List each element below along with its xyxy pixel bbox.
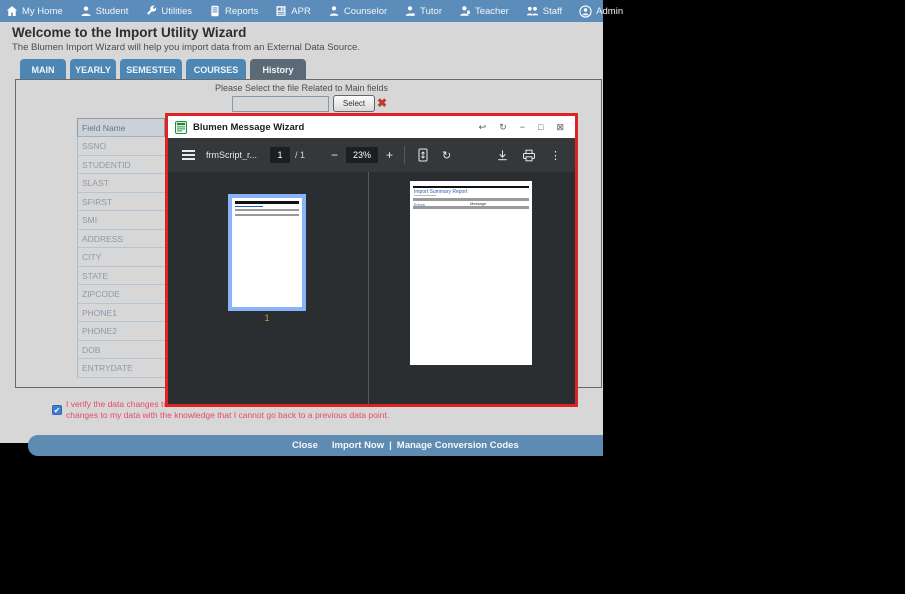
screen: My Home Student Utilities Reports APR Co…	[0, 0, 905, 594]
nav-student[interactable]: Student	[80, 5, 129, 17]
teacher-icon	[460, 6, 470, 16]
tab-yearly[interactable]: YEARLY	[70, 59, 116, 80]
nav-staff[interactable]: Staff	[526, 5, 562, 17]
table-row[interactable]: SMI	[77, 211, 165, 230]
verify-checkbox[interactable]: ✔	[52, 405, 62, 415]
nav-utilities[interactable]: Utilities	[145, 5, 192, 17]
table-row[interactable]: PHONE1	[77, 303, 165, 322]
table-row[interactable]: STATE	[77, 266, 165, 285]
pdf-content: 1 Import Summary Report Errors Message	[168, 172, 575, 404]
preview-page[interactable]: Import Summary Report Errors Message	[410, 181, 532, 365]
document-icon	[175, 120, 187, 134]
blumen-message-wizard-modal: Blumen Message Wizard ↩ ↻ − □ ⊠ frmScrip…	[165, 113, 578, 407]
manage-conversion-codes-button[interactable]: Manage Conversion Codes	[397, 440, 519, 451]
apr-book-icon	[276, 6, 286, 16]
tutor-icon	[405, 6, 415, 16]
nav-reports[interactable]: Reports	[209, 5, 258, 17]
modal-titlebar[interactable]: Blumen Message Wizard ↩ ↻ − □ ⊠	[168, 116, 575, 138]
remove-file-icon[interactable]: ✖	[377, 96, 387, 110]
tab-courses[interactable]: COURSES	[186, 59, 246, 80]
file-path-input[interactable]	[232, 96, 329, 112]
student-icon	[81, 6, 91, 16]
table-row[interactable]: SFIRST	[77, 192, 165, 211]
tab-main[interactable]: MAIN	[20, 59, 66, 80]
thumbnail-page	[232, 198, 302, 307]
thumbnail-panel: 1	[168, 172, 368, 404]
close-icon[interactable]: ⊠	[556, 122, 564, 132]
nav-label: My Home	[22, 5, 63, 17]
table-row[interactable]: DOB	[77, 340, 165, 359]
nav-label: Admin	[596, 5, 624, 17]
toolbar-divider	[404, 146, 406, 164]
nav-label: Staff	[542, 5, 563, 17]
page-total-label: / 1	[295, 150, 306, 160]
report-column-label: Message	[470, 200, 487, 206]
staff-group-icon	[526, 6, 538, 16]
wrench-icon	[147, 5, 157, 15]
page-title: Welcome to the Import Utility Wizard	[12, 25, 247, 40]
pdf-filename: frmScript_r...	[206, 150, 258, 160]
page-thumbnail-selected[interactable]	[228, 194, 306, 311]
table-row[interactable]: ADDRESS	[77, 229, 165, 248]
nav-counselor[interactable]: Counselor	[328, 5, 387, 17]
nav-label: Counselor	[343, 5, 388, 17]
thumbnail-page-number: 1	[264, 313, 270, 323]
table-row[interactable]: ENTRYDATE	[77, 359, 165, 378]
close-button[interactable]: Close	[292, 440, 318, 451]
footer-action-bar: Close Import Now | Manage Conversion Cod…	[28, 435, 603, 456]
admin-circle-icon	[579, 4, 592, 18]
top-navbar: My Home Student Utilities Reports APR Co…	[0, 0, 623, 22]
zoom-in-button[interactable]: +	[386, 148, 393, 162]
tab-history[interactable]: History	[250, 59, 306, 80]
nav-label: Tutor	[420, 5, 442, 17]
pdf-toolbar: frmScript_r... 1 / 1 − 23% + ↻ ⋮	[168, 138, 575, 172]
nav-teacher[interactable]: Teacher	[459, 5, 509, 17]
table-row[interactable]: STUDENTID	[77, 155, 165, 174]
nav-label: Reports	[225, 5, 259, 17]
nav-label: APR	[291, 5, 311, 17]
select-file-button[interactable]: Select	[333, 95, 375, 112]
fit-to-page-icon[interactable]	[416, 148, 430, 162]
nav-label: Student	[95, 5, 129, 17]
preview-panel: Import Summary Report Errors Message	[369, 172, 575, 404]
table-row[interactable]: ZIPCODE	[77, 285, 165, 304]
print-icon[interactable]	[522, 149, 536, 162]
undo-icon[interactable]: ↩	[479, 122, 487, 132]
more-options-icon[interactable]: ⋮	[550, 149, 561, 162]
window-controls: ↩ ↻ − □ ⊠	[479, 122, 564, 132]
nav-apr[interactable]: APR	[275, 5, 311, 17]
tab-semester[interactable]: SEMESTER	[120, 59, 182, 80]
page-subtitle: The Blumen Import Wizard will help you i…	[12, 42, 360, 53]
table-row[interactable]: SLAST	[77, 174, 165, 193]
zoom-out-button[interactable]: −	[331, 148, 338, 162]
nav-label: Utilities	[161, 5, 193, 17]
report-icon	[211, 5, 219, 17]
minimize-icon[interactable]: −	[520, 122, 525, 132]
field-table: Field Name SSNO STUDENTID SLAST SFIRST S…	[77, 118, 165, 378]
nav-admin[interactable]: Admin	[579, 4, 624, 18]
file-instruction: Please Select the file Related to Main f…	[214, 83, 389, 93]
rotate-icon[interactable]: ↻	[442, 149, 451, 162]
table-row[interactable]: CITY	[77, 248, 165, 267]
page-number-input[interactable]: 1	[270, 147, 290, 163]
footer-separator: |	[389, 440, 392, 451]
menu-icon[interactable]	[182, 150, 195, 160]
table-row[interactable]: SSNO	[77, 137, 165, 156]
wizard-tabs: MAIN YEARLY SEMESTER COURSES History	[20, 59, 306, 80]
nav-my-home[interactable]: My Home	[6, 5, 63, 17]
table-row[interactable]: PHONE2	[77, 322, 165, 341]
nav-tutor[interactable]: Tutor	[404, 5, 442, 17]
download-icon[interactable]	[496, 149, 509, 162]
counselor-icon	[329, 6, 339, 16]
zoom-level-display[interactable]: 23%	[346, 147, 379, 163]
import-now-button[interactable]: Import Now	[332, 440, 384, 451]
verify-line2: changes to my data with the knowledge th…	[66, 409, 390, 420]
field-table-header: Field Name	[77, 118, 165, 137]
nav-label: Teacher	[474, 5, 509, 17]
home-icon	[6, 6, 18, 16]
refresh-icon[interactable]: ↻	[499, 122, 507, 132]
modal-title: Blumen Message Wizard	[193, 121, 305, 133]
maximize-icon[interactable]: □	[538, 122, 543, 132]
